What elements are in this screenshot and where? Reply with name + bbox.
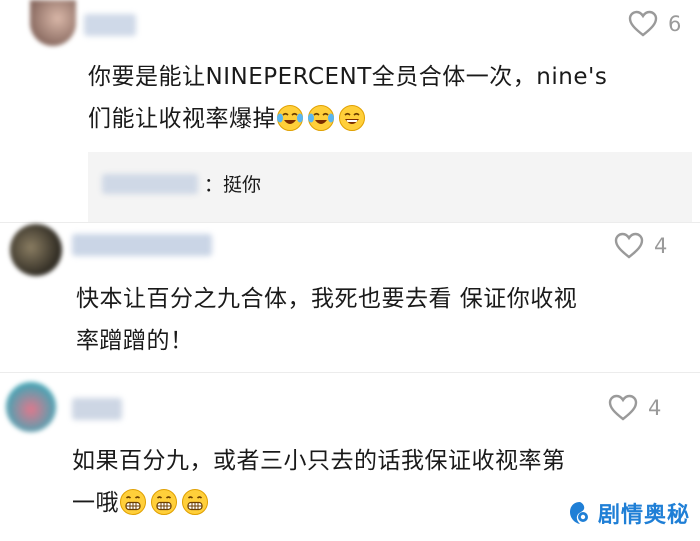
comment-line: 率蹭蹭的！ — [76, 328, 194, 354]
comment-line: 快本让百分之九合体，我死也要去看 保证你收视 — [76, 286, 578, 312]
face-with-tears-of-joy-icon — [307, 105, 338, 132]
like-button[interactable]: 4 — [608, 394, 661, 421]
heart-icon — [614, 232, 644, 259]
username[interactable] — [84, 14, 136, 36]
grimacing-face-icon — [119, 489, 150, 516]
username[interactable] — [72, 398, 122, 420]
face-with-tears-of-joy-icon — [276, 105, 307, 132]
avatar[interactable] — [6, 382, 56, 432]
reply-preview[interactable]: ：挺你 — [88, 152, 692, 222]
comment-line: 你要是能让NINEPERCENT全员合体一次，nine's — [88, 64, 608, 90]
avatar[interactable] — [30, 0, 76, 46]
username[interactable] — [72, 234, 212, 256]
watermark-text: 剧情奥秘 — [597, 503, 690, 528]
like-count: 4 — [648, 395, 662, 420]
grimacing-face-icon — [150, 489, 181, 516]
logo-icon — [569, 502, 588, 524]
watermark: 剧情奥秘 — [568, 497, 690, 529]
like-count: 4 — [654, 233, 668, 258]
comment-text: 快本让百分之九合体，我死也要去看 保证你收视 率蹭蹭的！ — [76, 278, 676, 362]
comment-text: 你要是能让NINEPERCENT全员合体一次，nine's 们能让收视率爆掉 — [88, 56, 688, 140]
reply-text: ：挺你 — [204, 174, 262, 196]
divider — [0, 222, 700, 223]
divider — [0, 372, 700, 373]
like-button[interactable]: 6 — [628, 10, 681, 37]
avatar[interactable] — [10, 224, 62, 276]
heart-icon — [608, 394, 638, 421]
like-button[interactable]: 4 — [614, 232, 667, 259]
grinning-face-icon — [338, 105, 369, 132]
like-count: 6 — [668, 11, 682, 36]
reply-username[interactable] — [102, 174, 198, 194]
comment-line: 如果百分九，或者三小只去的话我保证收视率第 — [72, 448, 566, 474]
grimacing-face-icon — [181, 489, 212, 516]
comment-line: 们能让收视率爆掉 — [88, 98, 688, 140]
heart-icon — [628, 10, 658, 37]
